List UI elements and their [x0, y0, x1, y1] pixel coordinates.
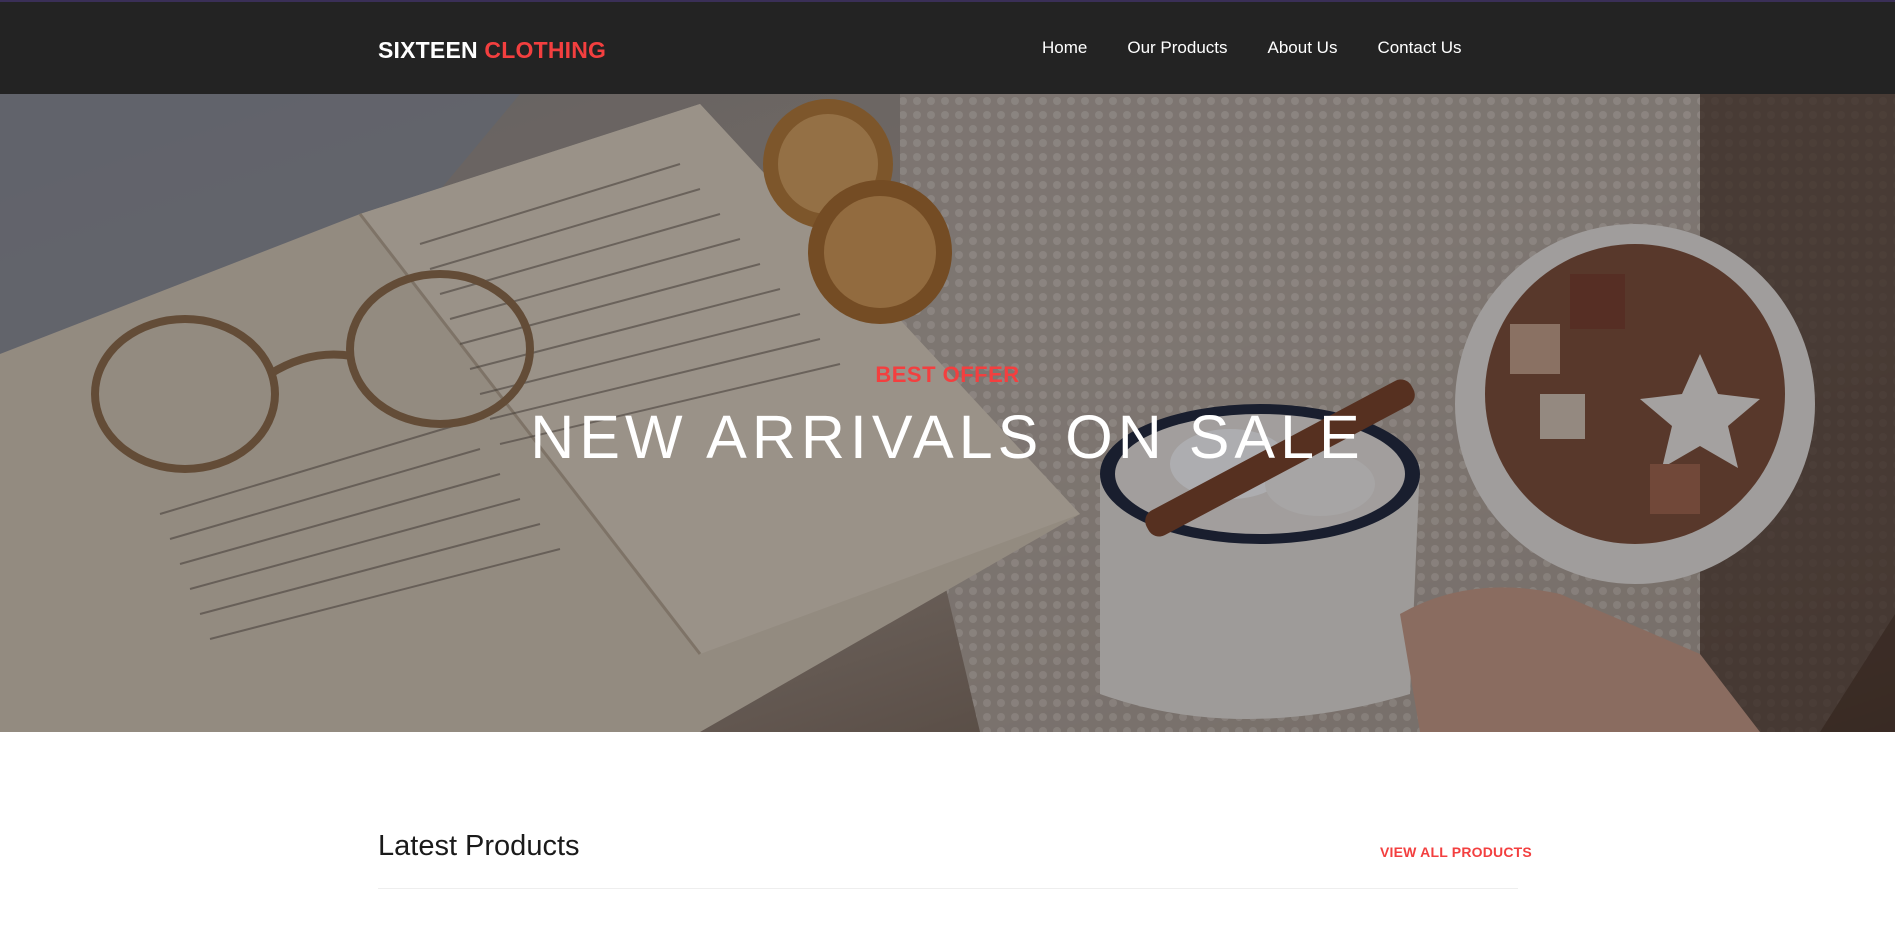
hero-banner: BEST OFFER NEW ARRIVALS ON SALE — [0, 94, 1895, 732]
view-all-products-link[interactable]: VIEW ALL PRODUCTS — [1380, 844, 1532, 860]
nav-link-home[interactable]: Home — [1042, 38, 1087, 58]
main-nav: Home Our Products About Us Contact Us — [1042, 38, 1502, 58]
nav-link-contact-us[interactable]: Contact Us — [1377, 38, 1461, 58]
logo-part-1: SIXTEEN — [378, 37, 478, 63]
nav-link-our-products[interactable]: Our Products — [1127, 38, 1227, 58]
nav-link-about-us[interactable]: About Us — [1268, 38, 1338, 58]
hero-kicker: BEST OFFER — [875, 362, 1020, 387]
navbar: SIXTEEN CLOTHING Home Our Products About… — [0, 2, 1895, 94]
latest-products-title: Latest Products — [378, 830, 580, 862]
hero-headline: NEW ARRIVALS ON SALE — [530, 403, 1365, 471]
site-logo[interactable]: SIXTEEN CLOTHING — [378, 37, 606, 64]
logo-part-2: CLOTHING — [484, 37, 607, 63]
section-divider — [378, 888, 1518, 889]
